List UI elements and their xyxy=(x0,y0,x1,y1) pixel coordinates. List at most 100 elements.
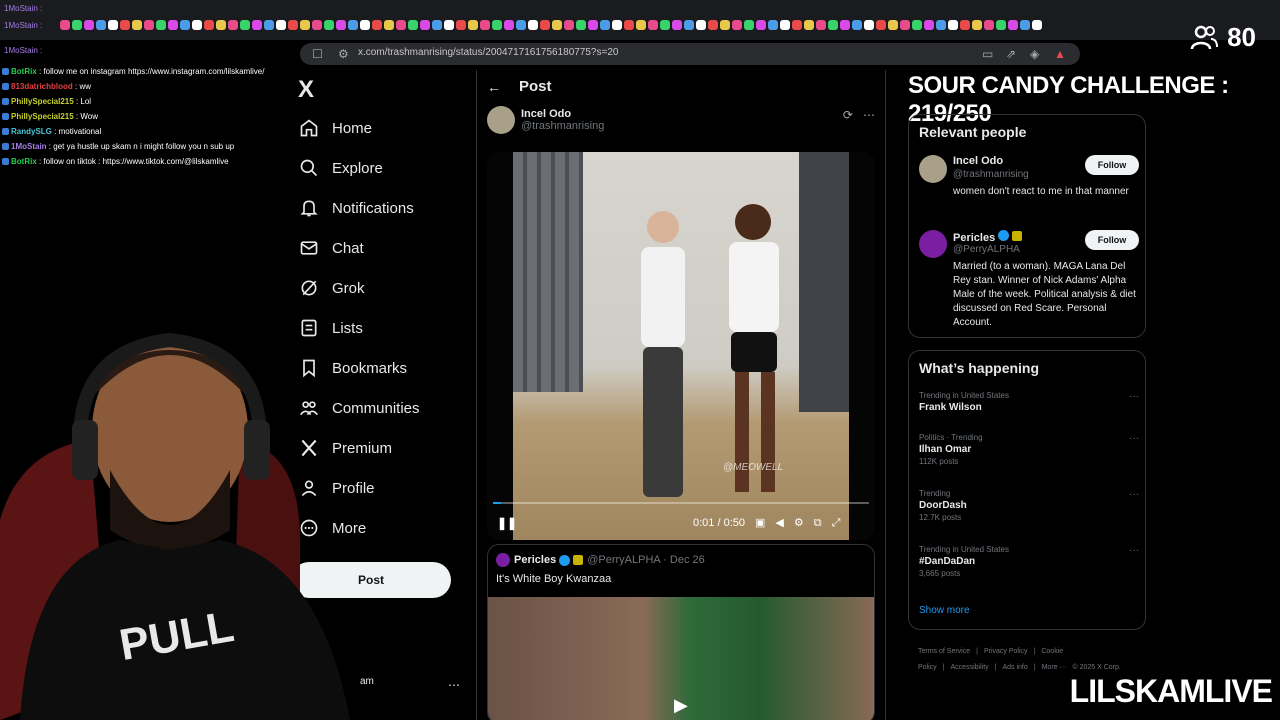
tab-favicon[interactable] xyxy=(72,20,82,30)
tab-favicon[interactable] xyxy=(828,20,838,30)
footer-link[interactable]: More ··· xyxy=(1042,664,1067,671)
share-icon[interactable]: ⇗ xyxy=(1006,47,1016,61)
tab-favicons[interactable] xyxy=(60,20,1160,34)
tab-favicon[interactable] xyxy=(840,20,850,30)
tab-favicon[interactable] xyxy=(96,20,106,30)
tab-favicon[interactable] xyxy=(168,20,178,30)
video-player[interactable]: @MEOWELL ❚❚ 0:01 / 0:50 ▣◀⚙⧉⤢ xyxy=(487,152,875,540)
address-bar[interactable]: ☐ ⚙ x.com/trashmanrising/status/20047171… xyxy=(300,43,1080,65)
sidebar-item-notifications[interactable]: Notifications xyxy=(298,188,420,228)
site-info-icon[interactable]: ⚙ xyxy=(338,47,349,61)
video-progress-bar[interactable] xyxy=(493,502,869,504)
tab-favicon[interactable] xyxy=(708,20,718,30)
tab-favicon[interactable] xyxy=(192,20,202,30)
post-author[interactable]: Incel Odo @trashmanrising xyxy=(487,106,604,134)
tab-favicon[interactable] xyxy=(480,20,490,30)
avatar[interactable] xyxy=(487,106,515,134)
tab-favicon[interactable] xyxy=(576,20,586,30)
tab-favicon[interactable] xyxy=(180,20,190,30)
tab-favicon[interactable] xyxy=(648,20,658,30)
tab-favicon[interactable] xyxy=(252,20,262,30)
tab-favicon[interactable] xyxy=(768,20,778,30)
tab-favicon[interactable] xyxy=(144,20,154,30)
tab-favicon[interactable] xyxy=(588,20,598,30)
video-frame[interactable] xyxy=(513,152,849,540)
tab-favicon[interactable] xyxy=(900,20,910,30)
bookmark-icon[interactable]: ☐ xyxy=(312,47,323,61)
avatar[interactable] xyxy=(496,553,510,567)
tab-favicon[interactable] xyxy=(456,20,466,30)
tab-favicon[interactable] xyxy=(912,20,922,30)
more-icon[interactable]: ··· xyxy=(1129,489,1139,500)
tab-favicon[interactable] xyxy=(792,20,802,30)
tab-favicon[interactable] xyxy=(216,20,226,30)
tab-favicon[interactable] xyxy=(552,20,562,30)
footer-link[interactable]: Terms of Service xyxy=(918,648,970,655)
tab-favicon[interactable] xyxy=(876,20,886,30)
shield-icon[interactable]: ◈ xyxy=(1030,47,1039,61)
tab-favicon[interactable] xyxy=(624,20,634,30)
tab-favicon[interactable] xyxy=(996,20,1006,30)
person-name[interactable]: Pericles xyxy=(953,230,1026,244)
footer-link[interactable]: © 2025 X Corp. xyxy=(1072,664,1120,671)
tab-favicon[interactable] xyxy=(864,20,874,30)
sidebar-item-chat[interactable]: Chat xyxy=(298,228,420,268)
more-icon[interactable]: ··· xyxy=(1129,433,1139,444)
footer-link[interactable]: Ads info xyxy=(1002,664,1027,671)
tab-favicon[interactable] xyxy=(384,20,394,30)
tab-favicon[interactable] xyxy=(516,20,526,30)
tab-favicon[interactable] xyxy=(204,20,214,30)
screen-icon[interactable]: ▭ xyxy=(982,47,993,61)
video-control-icons[interactable]: ▣◀⚙⧉⤢ xyxy=(755,516,850,530)
tab-favicon[interactable] xyxy=(804,20,814,30)
author-name[interactable]: Incel Odo xyxy=(521,108,604,120)
tab-favicon[interactable] xyxy=(408,20,418,30)
tab-favicon[interactable] xyxy=(228,20,238,30)
trend-item[interactable]: Trending in United States #DanDaDan 3,665 … xyxy=(919,545,1139,578)
tab-favicon[interactable] xyxy=(264,20,274,30)
tab-favicon[interactable] xyxy=(420,20,430,30)
more-icon[interactable]: ⋯ xyxy=(863,108,875,122)
tab-favicon[interactable] xyxy=(852,20,862,30)
tab-favicon[interactable] xyxy=(780,20,790,30)
tab-favicon[interactable] xyxy=(528,20,538,30)
trend-item[interactable]: Trending DoorDash 12.7K posts ··· xyxy=(919,489,1139,522)
relevant-person[interactable]: Pericles @PerryALPHA Married (to a woman… xyxy=(919,230,1139,330)
tab-favicon[interactable] xyxy=(60,20,70,30)
tab-favicon[interactable] xyxy=(600,20,610,30)
tab-favicon[interactable] xyxy=(612,20,622,30)
account-more-icon[interactable]: ⋯ xyxy=(448,678,460,692)
quote-author-name[interactable]: Pericles xyxy=(514,554,556,566)
tab-favicon[interactable] xyxy=(984,20,994,30)
pause-icon[interactable]: ❚❚ xyxy=(497,516,517,530)
x-logo[interactable]: X xyxy=(298,76,314,104)
tab-favicon[interactable] xyxy=(120,20,130,30)
grok-icon[interactable]: ⟳ xyxy=(843,108,853,122)
footer-link[interactable]: Privacy Policy xyxy=(984,648,1028,655)
tab-favicon[interactable] xyxy=(960,20,970,30)
sidebar-item-home[interactable]: Home xyxy=(298,108,420,148)
author-handle[interactable]: @trashmanrising xyxy=(521,120,604,132)
follow-button[interactable]: Follow xyxy=(1085,155,1139,175)
more-icon[interactable]: ··· xyxy=(1129,391,1139,402)
tab-favicon[interactable] xyxy=(816,20,826,30)
follow-button[interactable]: Follow xyxy=(1085,230,1139,250)
quoted-post[interactable]: Pericles @PerryALPHA · Dec 26 It's White… xyxy=(487,544,875,720)
tab-favicon[interactable] xyxy=(156,20,166,30)
tab-favicon[interactable] xyxy=(288,20,298,30)
tab-favicon[interactable] xyxy=(276,20,286,30)
tab-favicon[interactable] xyxy=(492,20,502,30)
tab-favicon[interactable] xyxy=(564,20,574,30)
back-arrow-icon[interactable]: ← xyxy=(487,79,501,95)
tab-favicon[interactable] xyxy=(504,20,514,30)
tab-favicon[interactable] xyxy=(540,20,550,30)
tab-favicon[interactable] xyxy=(936,20,946,30)
tab-favicon[interactable] xyxy=(756,20,766,30)
sidebar-item-explore[interactable]: Explore xyxy=(298,148,420,188)
trend-item[interactable]: Trending in United States Frank Wilson ··· xyxy=(919,391,1139,415)
tab-favicon[interactable] xyxy=(372,20,382,30)
person-name[interactable]: Incel Odo xyxy=(953,155,1003,167)
sidebar-item-grok[interactable]: Grok xyxy=(298,268,420,308)
tab-favicon[interactable] xyxy=(300,20,310,30)
avatar[interactable] xyxy=(919,155,947,183)
